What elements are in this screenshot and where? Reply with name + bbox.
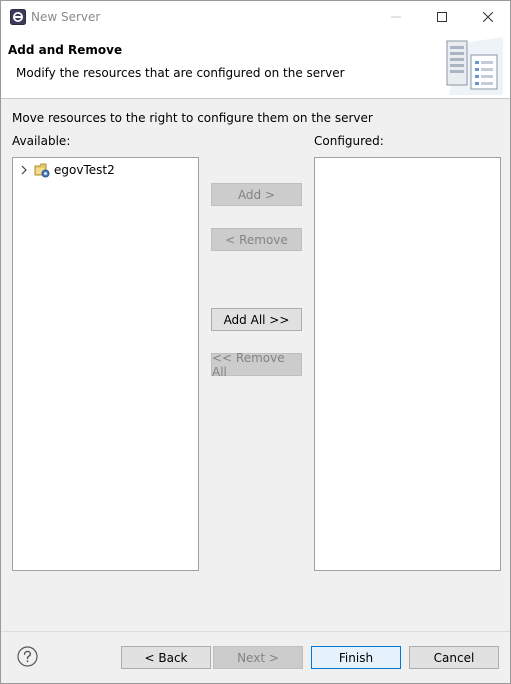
- tree-item-egovtest2[interactable]: egovTest2: [18, 161, 115, 179]
- help-icon[interactable]: [17, 646, 38, 667]
- cancel-button[interactable]: Cancel: [409, 646, 499, 669]
- add-all-button[interactable]: Add All >>: [211, 308, 302, 331]
- available-label: Available:: [12, 134, 71, 148]
- eclipse-app-icon: [10, 9, 26, 25]
- add-button[interactable]: Add >: [211, 183, 302, 206]
- project-icon: [34, 163, 50, 178]
- configured-list[interactable]: [314, 157, 501, 571]
- next-button[interactable]: Next >: [213, 646, 303, 669]
- page-description: Modify the resources that are configured…: [16, 66, 345, 80]
- remove-all-button[interactable]: << Remove All: [211, 351, 302, 379]
- expand-chevron-icon[interactable]: [18, 164, 30, 176]
- close-icon: [483, 12, 493, 22]
- window-title: New Server: [31, 10, 101, 24]
- page-title: Add and Remove: [8, 43, 123, 57]
- new-server-dialog: New Server Add and Remove Modify the res…: [0, 0, 511, 684]
- minimize-button[interactable]: [373, 1, 419, 33]
- tree-item-label: egovTest2: [54, 163, 115, 177]
- minimize-icon: [391, 16, 401, 18]
- configured-label: Configured:: [314, 134, 384, 148]
- maximize-icon: [437, 12, 447, 22]
- finish-button[interactable]: Finish: [311, 646, 401, 669]
- remove-button[interactable]: < Remove: [211, 228, 302, 251]
- title-bar[interactable]: New Server: [1, 1, 510, 33]
- footer-divider: [1, 631, 510, 632]
- instruction-text: Move resources to the right to configure…: [12, 111, 373, 125]
- back-button[interactable]: < Back: [121, 646, 211, 669]
- server-banner-icon: [446, 37, 503, 95]
- maximize-button[interactable]: [419, 1, 465, 33]
- available-list[interactable]: egovTest2: [12, 157, 199, 571]
- close-button[interactable]: [465, 1, 511, 33]
- wizard-header: Add and Remove Modify the resources that…: [1, 33, 510, 99]
